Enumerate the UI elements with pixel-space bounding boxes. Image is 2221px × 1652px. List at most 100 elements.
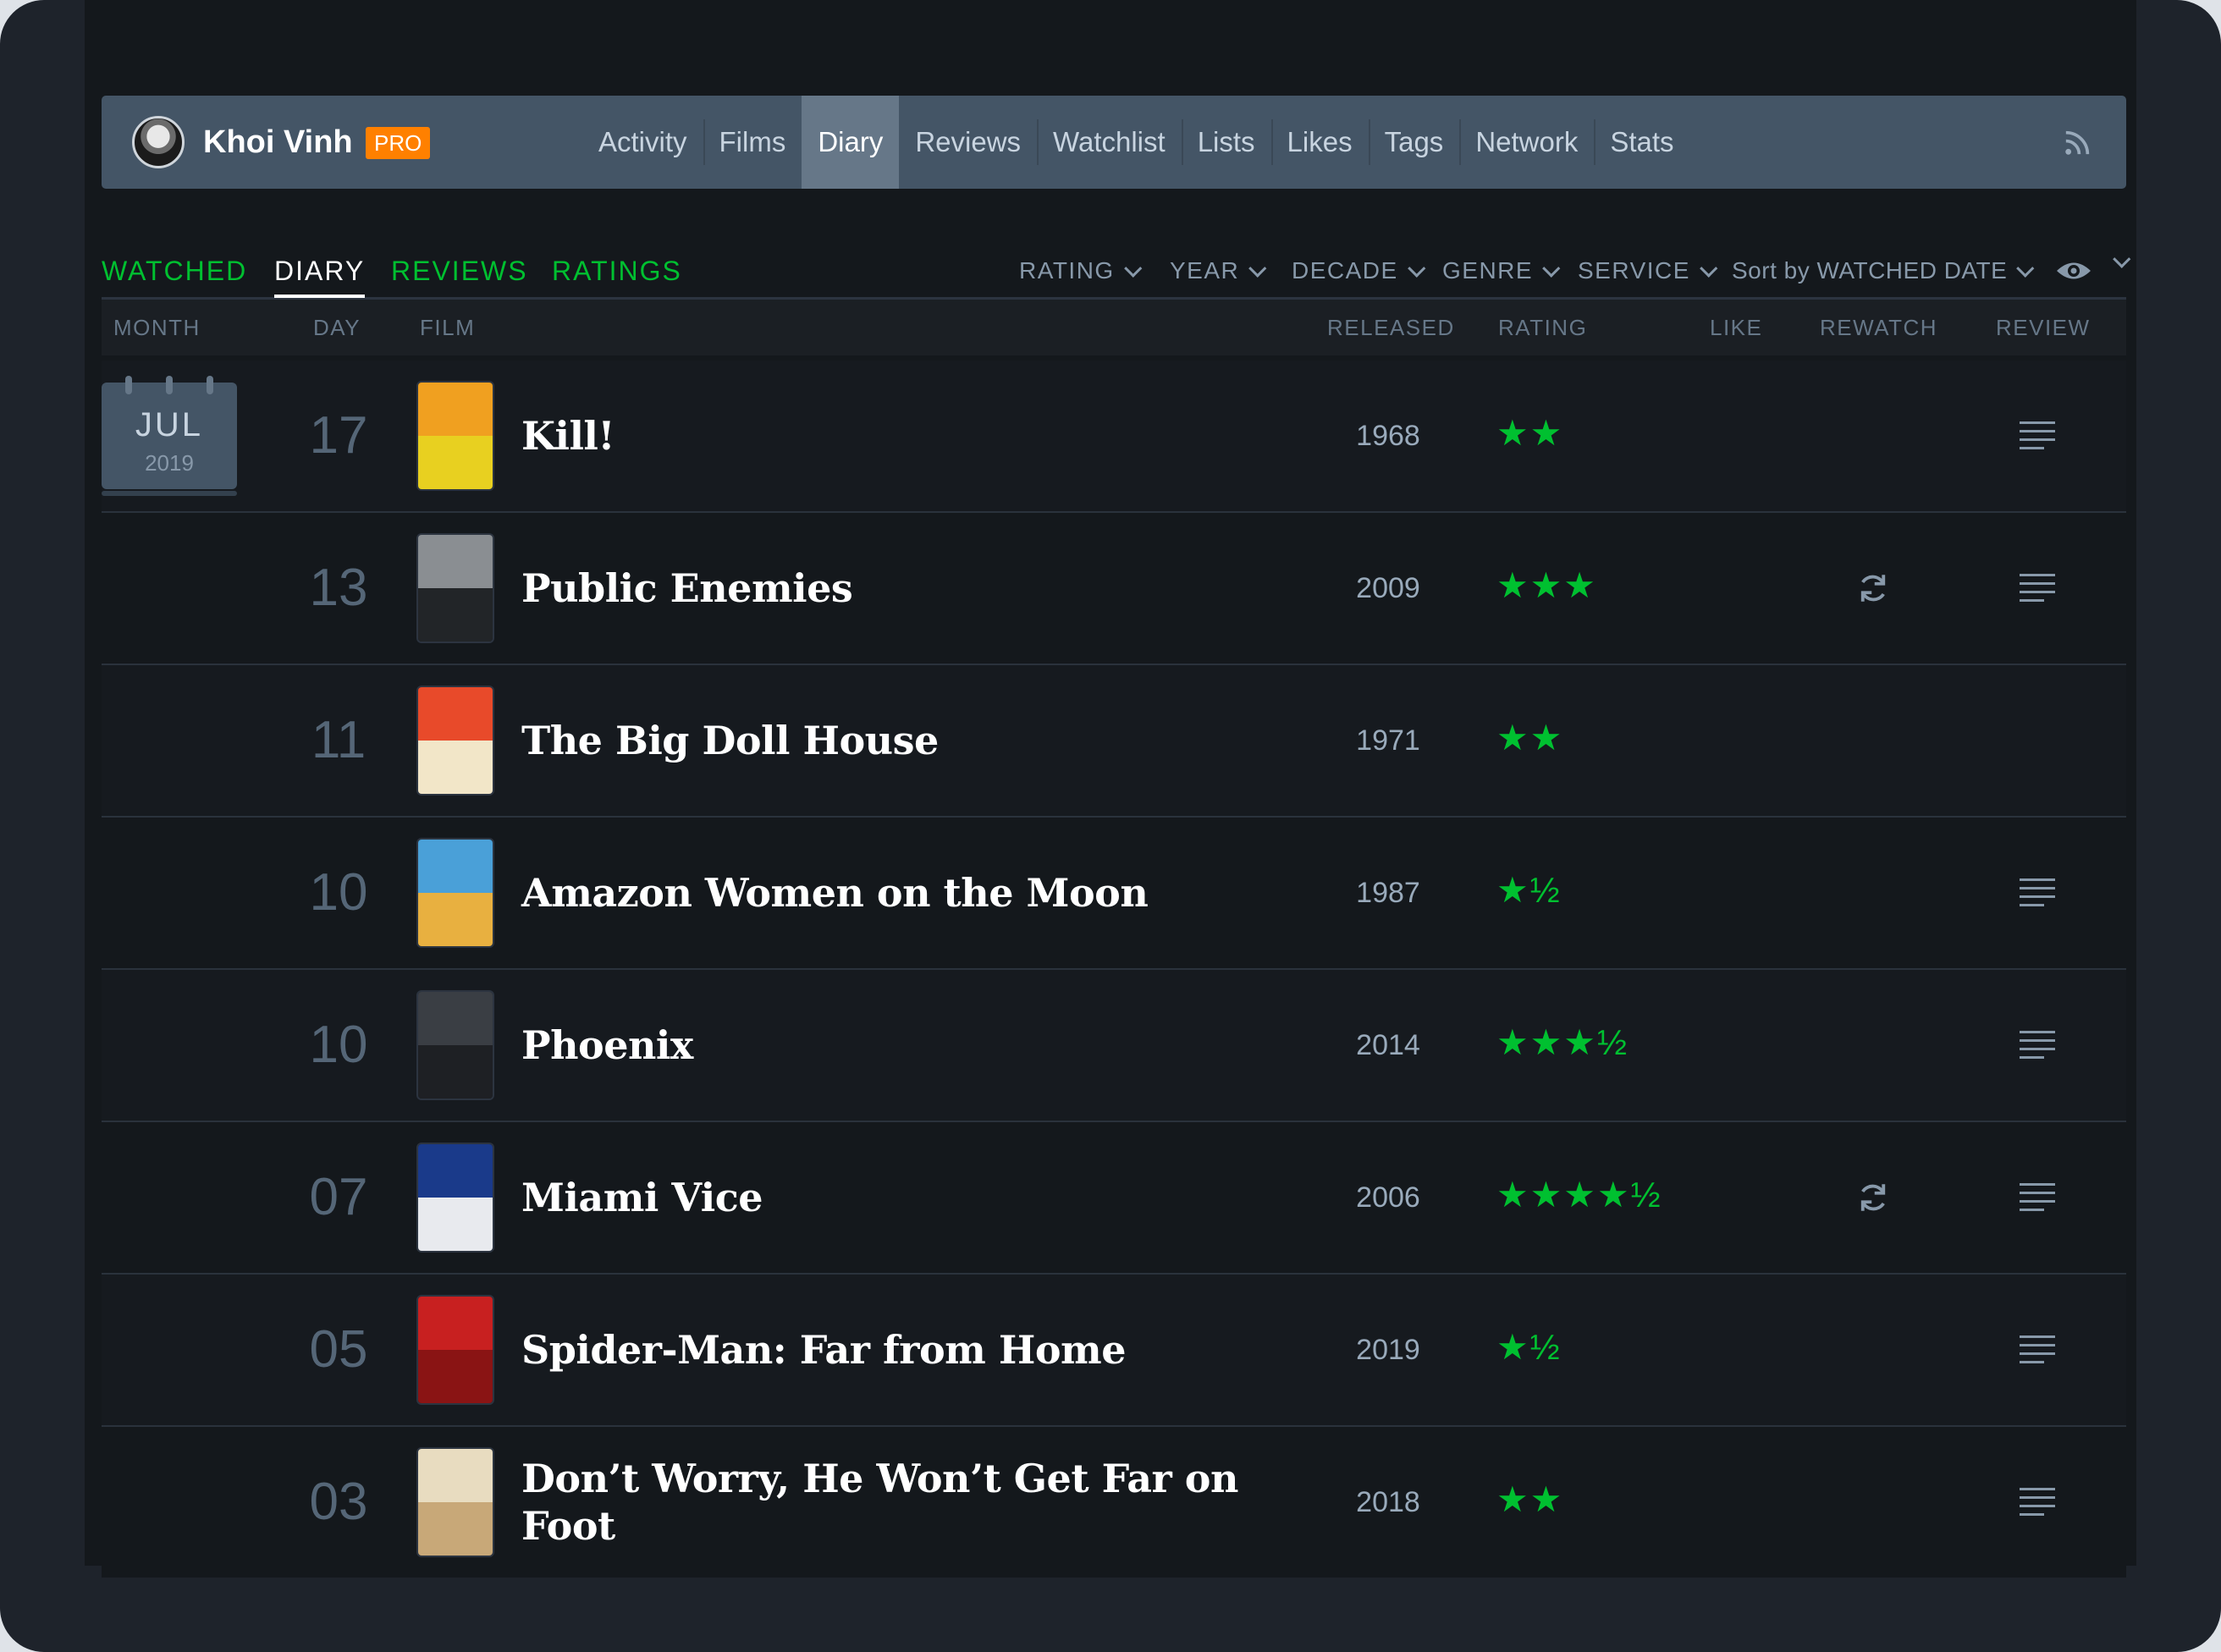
table-row: 11 The Big Doll House 1971 ★★ [102, 665, 2126, 818]
film-title[interactable]: Spider-Man: Far from Home [521, 1275, 1249, 1425]
chevron-down-icon [1700, 259, 1718, 278]
subnav-tab-ratings[interactable]: RATINGS [552, 250, 682, 297]
calendar-ring [166, 376, 173, 394]
column-review: REVIEW [1996, 315, 2091, 340]
subnav-tab-reviews[interactable]: REVIEWS [391, 250, 528, 297]
poster-art-bottom [418, 588, 493, 642]
film-title[interactable]: The Big Doll House [521, 665, 1249, 816]
entry-day[interactable]: 10 [271, 818, 406, 968]
release-year[interactable]: 1968 [1303, 361, 1473, 511]
release-year[interactable]: 2019 [1303, 1275, 1473, 1425]
month-calendar-badge[interactable]: JUL 2019 [102, 376, 237, 496]
film-title[interactable]: Phoenix [521, 970, 1249, 1121]
film-poster[interactable] [418, 383, 493, 489]
film-poster[interactable] [418, 1449, 493, 1556]
release-year[interactable]: 2018 [1303, 1427, 1473, 1578]
tab-activity[interactable]: Activity [582, 96, 703, 189]
tab-watchlist[interactable]: Watchlist [1037, 96, 1182, 189]
release-year[interactable]: 1987 [1303, 818, 1473, 968]
film-title[interactable]: Miami Vice [521, 1122, 1249, 1273]
star-rating: ★★ [1496, 718, 1564, 757]
film-title[interactable]: Don’t Worry, He Won’t Get Far on Foot [521, 1427, 1249, 1578]
subnav-tab-diary[interactable]: DIARY [274, 250, 366, 298]
poster-art-bottom [418, 741, 493, 794]
film-poster[interactable] [418, 535, 493, 642]
tab-stats[interactable]: Stats [1594, 96, 1689, 189]
review-icon[interactable] [2020, 1488, 2055, 1517]
film-poster[interactable] [418, 840, 493, 946]
tab-reviews[interactable]: Reviews [899, 96, 1037, 189]
diary-subnav: WATCHED DIARY REVIEWS RATINGS RATING YEA… [102, 250, 2131, 300]
column-rewatch: REWATCH [1820, 315, 1938, 340]
review-icon[interactable] [2020, 421, 2055, 450]
film-poster[interactable] [418, 687, 493, 794]
sort-dropdown[interactable]: Sort by WATCHED DATE [1732, 250, 2035, 292]
rewatch-icon [1860, 1184, 1886, 1211]
poster-art-bottom [418, 1045, 493, 1099]
chevron-down-icon [1542, 259, 1561, 278]
profile-username[interactable]: Khoi Vinh [203, 96, 353, 189]
eye-icon[interactable] [2055, 258, 2092, 284]
film-poster[interactable] [418, 1297, 493, 1403]
entry-day[interactable]: 07 [271, 1122, 406, 1273]
poster-art-top [418, 1144, 493, 1198]
film-poster[interactable] [418, 992, 493, 1099]
tab-network[interactable]: Network [1459, 96, 1594, 189]
review-icon[interactable] [2020, 574, 2055, 603]
table-row: 05 Spider-Man: Far from Home 2019 ★½ [102, 1275, 2126, 1427]
tab-likes[interactable]: Likes [1270, 96, 1369, 189]
release-year[interactable]: 1971 [1303, 665, 1473, 816]
entry-day[interactable]: 03 [271, 1427, 406, 1578]
film-title[interactable]: Public Enemies [521, 513, 1249, 664]
entry-day[interactable]: 10 [271, 970, 406, 1121]
table-row: JUL 2019 17 Kill! 1968 ★★ [102, 361, 2126, 513]
calendar-base [102, 491, 237, 496]
filter-rating[interactable]: RATING [1019, 250, 1143, 292]
poster-art-top [418, 840, 493, 893]
column-rating[interactable]: RATING [1498, 300, 1587, 355]
poster-art-top [418, 383, 493, 436]
table-row: 03 Don’t Worry, He Won’t Get Far on Foot… [102, 1427, 2126, 1578]
poster-art-top [418, 687, 493, 741]
avatar[interactable] [132, 116, 185, 168]
review-icon[interactable] [2020, 1335, 2055, 1364]
review-icon[interactable] [2020, 1031, 2055, 1060]
filter-rating-label: RATING [1019, 257, 1115, 284]
column-released[interactable]: RELEASED [1327, 300, 1455, 355]
review-icon[interactable] [2020, 878, 2055, 907]
star-rating: ★★★½ [1496, 1022, 1629, 1062]
tab-films[interactable]: Films [703, 96, 802, 189]
release-year[interactable]: 2009 [1303, 513, 1473, 664]
tab-tags[interactable]: Tags [1368, 96, 1460, 189]
entry-day[interactable]: 05 [271, 1275, 406, 1425]
poster-art-top [418, 1297, 493, 1350]
subnav-tab-watched[interactable]: WATCHED [102, 250, 247, 297]
entry-day[interactable]: 17 [271, 361, 406, 511]
entry-day[interactable]: 11 [271, 665, 406, 816]
film-poster[interactable] [418, 1144, 493, 1251]
column-month: MONTH [113, 315, 201, 340]
calendar-ring [125, 376, 132, 394]
rss-icon[interactable] [2064, 128, 2092, 157]
filter-decade[interactable]: DECADE [1292, 250, 1426, 292]
filter-genre[interactable]: GENRE [1442, 250, 1561, 292]
film-title[interactable]: Amazon Women on the Moon [521, 818, 1249, 968]
year-label: 2019 [145, 450, 194, 476]
review-icon[interactable] [2020, 1183, 2055, 1212]
release-year[interactable]: 2014 [1303, 970, 1473, 1121]
poster-art-top [418, 535, 493, 588]
filter-service[interactable]: SERVICE [1578, 250, 1718, 292]
filter-year[interactable]: YEAR [1170, 250, 1267, 292]
tab-lists[interactable]: Lists [1181, 96, 1271, 189]
profile-nav: Khoi Vinh PRO Activity Films Diary Revie… [102, 96, 2126, 189]
table-row: 10 Phoenix 2014 ★★★½ [102, 970, 2126, 1122]
film-title[interactable]: Kill! [521, 361, 1249, 511]
chevron-down-icon [1123, 259, 1143, 278]
chevron-down-icon [1248, 259, 1267, 278]
release-year[interactable]: 2006 [1303, 1122, 1473, 1273]
tab-diary[interactable]: Diary [802, 96, 900, 189]
sort-label: Sort by WATCHED DATE [1732, 257, 2008, 284]
entry-day[interactable]: 13 [271, 513, 406, 664]
chevron-down-icon [1407, 259, 1426, 278]
chevron-down-icon [2016, 259, 2035, 278]
